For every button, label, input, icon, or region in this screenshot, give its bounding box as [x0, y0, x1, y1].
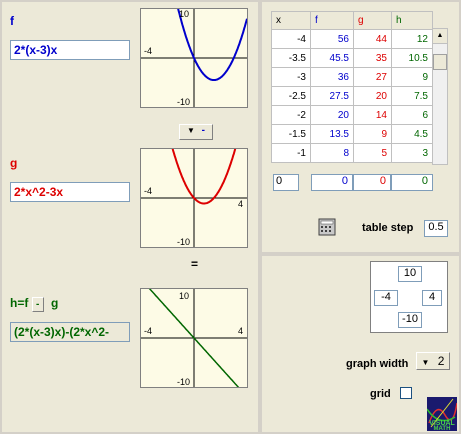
- g-graph-xmin: -4: [144, 186, 153, 196]
- table-step-label: table step: [362, 222, 414, 234]
- cell-x: -1.5: [271, 124, 311, 144]
- cell-h: 10.5: [391, 48, 433, 68]
- table-row: -3 36 27 9: [271, 67, 433, 87]
- graph-width-dropdown[interactable]: ▼ 2: [416, 352, 450, 370]
- cell-g: 44: [353, 29, 392, 49]
- f-value-output: 0: [311, 174, 353, 191]
- col-header-h: h: [391, 11, 433, 30]
- cell-x: -2.5: [271, 86, 311, 106]
- cell-f: 13.5: [310, 124, 354, 144]
- h-graph-ymax: 10: [179, 291, 190, 301]
- cell-x: -2: [271, 105, 311, 125]
- col-header-g: g: [353, 11, 392, 30]
- g-graph: -4 4 -10: [140, 148, 248, 248]
- table-row: -1.5 13.5 9 4.5: [271, 124, 433, 144]
- f-graph-xmin: -4: [144, 46, 153, 56]
- h-graph-ymin: -10: [177, 377, 191, 387]
- table-row: -2.5 27.5 20 7.5: [271, 86, 433, 106]
- f-graph-ymin: -10: [177, 97, 191, 107]
- grid-label: grid: [370, 388, 391, 400]
- cell-x: -3.5: [271, 48, 311, 68]
- table-row: -1 8 5 3: [271, 143, 433, 163]
- cell-h: 3: [391, 143, 433, 163]
- operator-symbol: -: [201, 125, 206, 136]
- calculator-icon[interactable]: [318, 218, 336, 236]
- table-scrollbar[interactable]: ▲: [432, 28, 448, 165]
- h-graph-xmin: -4: [144, 326, 153, 336]
- f-expression-input[interactable]: 2*(x-3)x: [10, 40, 130, 60]
- cell-h: 12: [391, 29, 433, 49]
- cell-x: -1: [271, 143, 311, 163]
- h-graph: 10 -4 4 -10: [140, 288, 248, 388]
- f-label: f: [10, 14, 14, 28]
- h-value-output: 0: [391, 174, 433, 191]
- table-header-row: x f g h: [271, 11, 433, 30]
- window-ymax-input[interactable]: 10: [398, 266, 422, 282]
- chevron-down-icon: ▼: [186, 126, 195, 135]
- h-graph-xmax: 4: [238, 326, 244, 336]
- h-label-suffix: g: [51, 296, 59, 310]
- scroll-up-icon[interactable]: ▲: [433, 29, 447, 44]
- g-value-output: 0: [353, 174, 391, 191]
- cell-f: 8: [310, 143, 354, 163]
- h-operator-button[interactable]: -: [31, 297, 44, 312]
- g-graph-xmax: 4: [238, 199, 244, 209]
- col-header-x: x: [271, 11, 311, 30]
- scroll-thumb[interactable]: [433, 54, 447, 70]
- cell-g: 20: [353, 86, 392, 106]
- window-ymin-input[interactable]: -10: [398, 312, 422, 328]
- x-input[interactable]: 0: [273, 174, 299, 191]
- table-row: -3.5 45.5 35 10.5: [271, 48, 433, 68]
- cell-h: 6: [391, 105, 433, 125]
- col-header-f: f: [310, 11, 354, 30]
- table-row: -2 20 14 6: [271, 105, 433, 125]
- graph-width-value: 2: [437, 354, 445, 368]
- chevron-down-icon: ▼: [421, 358, 430, 367]
- value-table: x f g h -4 56 44 12 -3.5 45.5 35 10.5 -3 36 27 9 -2.…: [271, 11, 433, 163]
- cell-x: -4: [271, 29, 311, 49]
- cell-f: 45.5: [310, 48, 354, 68]
- h-expression-input[interactable]: (2*(x-3)x)-(2*x^2-: [10, 322, 130, 342]
- cell-h: 7.5: [391, 86, 433, 106]
- table-step-input[interactable]: 0.5: [424, 220, 448, 237]
- cell-h: 4.5: [391, 124, 433, 144]
- cell-g: 14: [353, 105, 392, 125]
- h-label: h=f - g: [10, 296, 58, 312]
- cell-g: 35: [353, 48, 392, 68]
- svg-text:MATH: MATH: [434, 426, 451, 431]
- cell-x: -3: [271, 67, 311, 87]
- h-label-prefix: h=f: [10, 296, 29, 310]
- g-expression-input[interactable]: 2*x^2-3x: [10, 182, 130, 202]
- cell-h: 9: [391, 67, 433, 87]
- cell-f: 27.5: [310, 86, 354, 106]
- table-row: -4 56 44 12: [271, 29, 433, 49]
- f-graph: 10 -4 -10: [140, 8, 248, 108]
- operator-dropdown[interactable]: ▼ -: [179, 124, 213, 140]
- graph-width-label: graph width: [346, 358, 409, 370]
- cell-f: 20: [310, 105, 354, 125]
- cell-f: 56: [310, 29, 354, 49]
- cell-g: 27: [353, 67, 392, 87]
- equals-sign: =: [191, 257, 199, 271]
- g-graph-ymin: -10: [177, 237, 191, 247]
- cell-g: 5: [353, 143, 392, 163]
- grid-checkbox[interactable]: [400, 387, 412, 399]
- f-graph-ymax: 10: [179, 9, 190, 19]
- cell-g: 9: [353, 124, 392, 144]
- g-label: g: [10, 156, 18, 170]
- window-xmin-input[interactable]: -4: [374, 290, 398, 306]
- window-xmax-input[interactable]: 4: [422, 290, 442, 306]
- visual-math-logo: VISUAL MATH: [427, 397, 457, 431]
- cell-f: 36: [310, 67, 354, 87]
